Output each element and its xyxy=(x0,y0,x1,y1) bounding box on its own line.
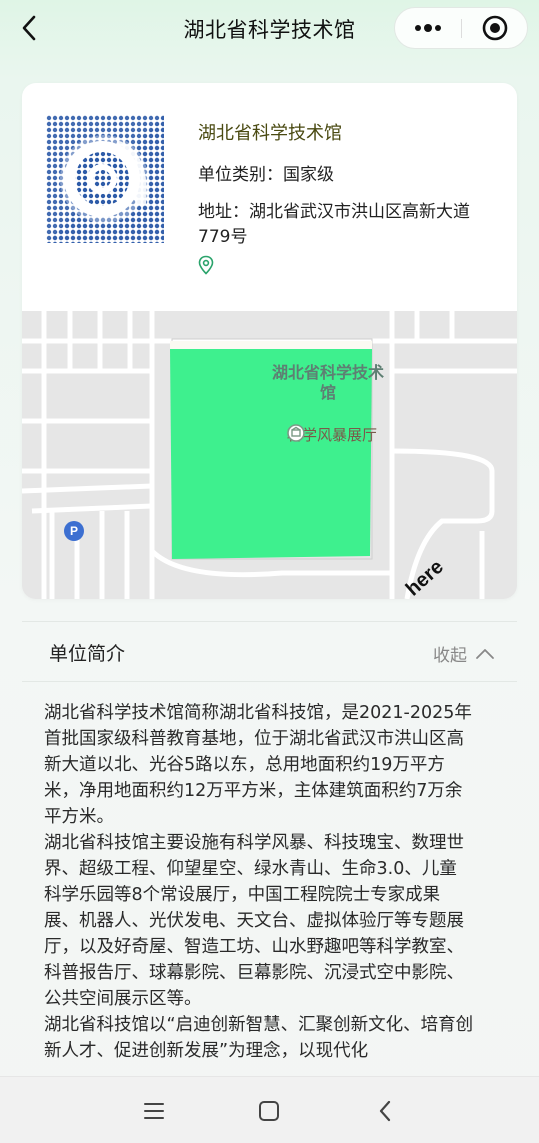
mini-program-capsule xyxy=(394,7,528,49)
org-logo xyxy=(46,115,164,243)
org-info-card: 湖北省科学技术馆 单位类别：国家级 地址：湖北省武汉市洪山区高新大道779号 湖… xyxy=(22,83,517,599)
intro-paragraph: 湖北省科学技术馆简称湖北省科技馆，是2021-2025年首批国家级科普教育基地，… xyxy=(44,703,472,827)
intro-paragraph: 湖北省科技馆主要设施有科学风暴、科技瑰宝、数理世界、超级工程、仰望星空、绿水青山… xyxy=(44,833,464,1009)
parking-icon[interactable]: P xyxy=(64,521,84,541)
close-miniprogram-button[interactable] xyxy=(462,8,528,48)
collapse-label: 收起 xyxy=(433,646,467,666)
org-name: 湖北省科学技术馆 xyxy=(198,123,342,144)
nav-menu-button[interactable] xyxy=(136,1093,172,1129)
org-address: 地址：湖北省武汉市洪山区高新大道779号 xyxy=(198,202,470,247)
intro-section-header: 单位简介 收起 xyxy=(22,621,517,682)
home-square-icon xyxy=(259,1101,279,1121)
collapse-button[interactable]: 收起 xyxy=(433,641,495,666)
map-building-label: 湖北省科学技术馆 xyxy=(271,363,384,402)
back-triangle-icon xyxy=(379,1100,391,1122)
menu-icon xyxy=(144,1103,164,1119)
top-bar: 湖北省科学技术馆 xyxy=(0,0,539,60)
intro-paragraph: 湖北省科技馆以“启迪创新智慧、汇聚创新文化、培育创新人才、促进创新发展”为理念，… xyxy=(44,1015,474,1061)
system-nav-bar xyxy=(0,1076,539,1143)
map-poi-hall[interactable]: 科学风暴展厅 xyxy=(287,424,377,445)
more-button[interactable] xyxy=(395,8,461,48)
museum-poi-icon xyxy=(287,424,305,442)
more-dots-icon xyxy=(415,24,441,32)
nav-home-button[interactable] xyxy=(251,1093,287,1129)
intro-text: 湖北省科学技术馆简称湖北省科技馆，是2021-2025年首批国家级科普教育基地，… xyxy=(44,700,474,1064)
location-map[interactable]: 湖北省科学技术馆 科学风暴展厅 P here xyxy=(22,311,517,599)
map-pin-icon[interactable] xyxy=(197,255,215,275)
map-roads xyxy=(22,311,517,599)
target-circle-icon xyxy=(482,15,508,41)
chevron-up-icon xyxy=(476,648,494,659)
org-category: 单位类别：国家级 xyxy=(198,165,334,185)
intro-title: 单位简介 xyxy=(49,643,126,665)
nav-back-button[interactable] xyxy=(367,1093,403,1129)
